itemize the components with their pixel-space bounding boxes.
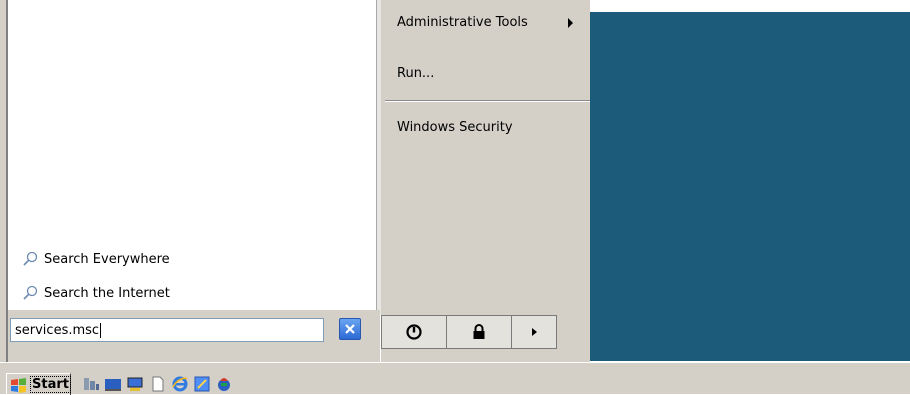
administrative-tools-label: Administrative Tools bbox=[397, 15, 528, 30]
windows-logo-icon bbox=[11, 377, 26, 393]
shutdown-button[interactable] bbox=[382, 316, 447, 348]
search-internet-label: Search the Internet bbox=[44, 285, 170, 301]
clear-search-button[interactable] bbox=[339, 318, 361, 340]
start-label: Start bbox=[30, 376, 71, 393]
administrative-tools-item[interactable]: Administrative Tools bbox=[397, 15, 528, 30]
taskbar: Start bbox=[0, 362, 910, 395]
more-options-button[interactable] bbox=[512, 316, 556, 348]
magnifier-icon bbox=[23, 251, 38, 266]
windows-security-item[interactable]: Windows Security bbox=[397, 120, 513, 135]
lock-button[interactable] bbox=[447, 316, 512, 348]
close-x-icon bbox=[345, 324, 355, 334]
magnifier-icon bbox=[23, 285, 38, 300]
menu-separator bbox=[385, 100, 590, 102]
arrow-right-icon bbox=[532, 328, 537, 336]
submenu-arrow-icon bbox=[568, 18, 573, 28]
search-internet-link[interactable]: Search the Internet bbox=[22, 282, 170, 304]
start-button[interactable]: Start bbox=[6, 373, 71, 395]
show-desktop-icon[interactable] bbox=[104, 375, 122, 393]
internet-explorer-icon[interactable] bbox=[171, 375, 189, 393]
server-manager-icon[interactable] bbox=[82, 375, 100, 393]
desktop-background bbox=[590, 12, 910, 361]
document-icon[interactable] bbox=[149, 375, 167, 393]
lock-icon bbox=[473, 324, 485, 339]
computer-icon[interactable] bbox=[126, 375, 144, 393]
text-caret bbox=[100, 322, 102, 338]
windows-security-label: Windows Security bbox=[397, 120, 513, 135]
power-button-group bbox=[381, 315, 557, 349]
search-input-value: services.msc bbox=[15, 322, 100, 338]
run-item[interactable]: Run... bbox=[397, 66, 434, 81]
start-menu-border bbox=[0, 0, 8, 362]
start-menu-right-pane: Administrative Tools Run... Windows Secu… bbox=[381, 0, 590, 362]
globe-icon[interactable] bbox=[215, 375, 233, 393]
search-everywhere-link[interactable]: Search Everywhere bbox=[22, 248, 170, 270]
notepad-icon[interactable] bbox=[193, 375, 211, 393]
search-input[interactable]: services.msc bbox=[10, 318, 324, 342]
run-label: Run... bbox=[397, 66, 435, 81]
power-icon bbox=[406, 324, 422, 340]
search-everywhere-label: Search Everywhere bbox=[44, 251, 170, 267]
